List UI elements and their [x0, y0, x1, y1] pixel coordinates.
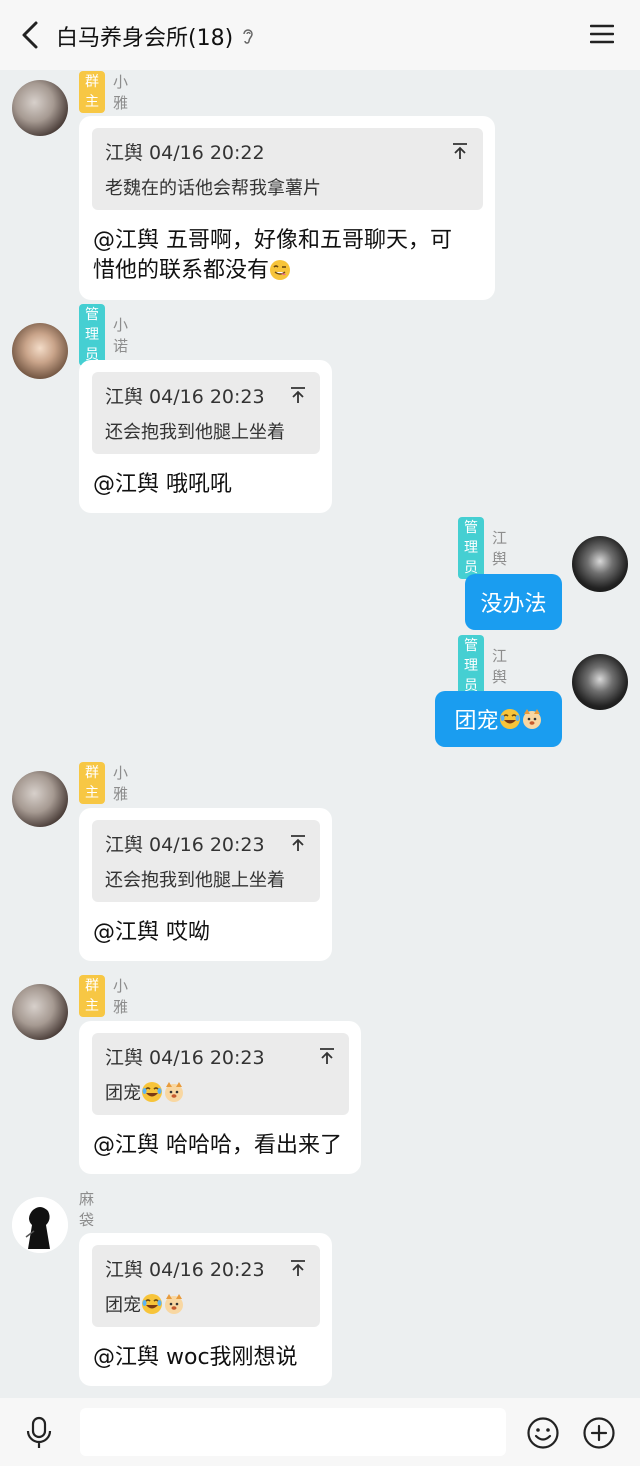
sender-name[interactable]: 小诺 [113, 314, 128, 356]
sender-name[interactable]: 麻袋 [79, 1188, 94, 1230]
sender-meta: 群主 小雅 [79, 762, 128, 804]
avatar[interactable] [12, 323, 68, 379]
message-text: 团宠 [454, 709, 499, 734]
quote-text: 还会抱我到他腿上坐着 [105, 422, 285, 443]
group-name: 白马养身会所(18) [56, 26, 234, 51]
message-bubble[interactable]: 江舆 04/16 20:22 老魏在的话他会帮我拿薯片 @江舆 五哥啊，好像和五… [79, 116, 495, 300]
avatar[interactable] [572, 654, 628, 710]
jump-up-icon[interactable] [319, 1047, 335, 1065]
message-text-line: 惜他的联系都没有 [93, 256, 452, 286]
message-text-line: @江舆 五哥啊，好像和五哥聊天，可 [93, 228, 452, 253]
sender-meta: 群主 小雅 [79, 975, 128, 1017]
message-text: @江舆 哎呦 [93, 920, 210, 945]
message-bubble[interactable]: 江舆 04/16 20:23 还会抱我到他腿上坐着 @江舆 哦吼吼 [79, 360, 332, 513]
message-text: @江舆 五哥啊，好像和五哥聊天，可 惜他的联系都没有 [93, 226, 452, 286]
tears-of-joy-emoji-icon [141, 1081, 163, 1103]
sender-meta: 管理员 江舆 [458, 635, 507, 697]
quoted-reply[interactable]: 江舆 04/16 20:23 还会抱我到他腿上坐着 [92, 820, 320, 902]
message-text: @江舆 哈哈哈，看出来了 [93, 1133, 342, 1158]
sender-name[interactable]: 小雅 [113, 762, 128, 804]
tears-of-joy-emoji-icon [498, 708, 521, 730]
sender-name[interactable]: 小雅 [113, 975, 128, 1017]
quote-header: 江舆 04/16 20:22 [105, 142, 265, 164]
sender-name[interactable]: 江舆 [492, 527, 507, 569]
role-badge: 群主 [79, 975, 105, 1017]
role-badge: 管理员 [79, 304, 105, 366]
sender-name[interactable]: 江舆 [492, 645, 507, 687]
dog-face-emoji-icon [165, 1294, 183, 1314]
chat-header: 白马养身会所(18) [0, 0, 640, 70]
avatar-silhouette-icon [12, 1197, 68, 1253]
microphone-icon[interactable] [24, 1416, 54, 1450]
quote-header: 江舆 04/16 20:23 [105, 1259, 265, 1281]
chat-title[interactable]: 白马养身会所(18) [56, 20, 255, 52]
quoted-reply[interactable]: 江舆 04/16 20:23 团宠 [92, 1033, 349, 1115]
tongue-face-emoji-icon [269, 259, 291, 281]
role-badge: 群主 [79, 762, 105, 804]
sender-meta: 群主 小雅 [79, 71, 128, 113]
jump-up-icon[interactable] [290, 834, 306, 852]
message-bubble[interactable]: 江舆 04/16 20:23 团宠 @江舆 哈哈哈，看出来了 [79, 1021, 361, 1174]
role-badge: 管理员 [458, 517, 484, 579]
sender-meta: 管理员 江舆 [458, 517, 507, 579]
message-bubble[interactable]: 团宠 [435, 691, 562, 747]
ear-icon [243, 29, 253, 44]
avatar[interactable] [572, 536, 628, 592]
jump-up-icon[interactable] [452, 142, 468, 160]
message-text: @江舆 woc我刚想说 [93, 1345, 298, 1370]
message-bubble[interactable]: 江舆 04/16 20:23 还会抱我到他腿上坐着 @江舆 哎呦 [79, 808, 332, 961]
message-bubble[interactable]: 没办法 [465, 574, 562, 630]
dog-face-emoji-icon [522, 709, 541, 729]
hamburger-menu-icon[interactable] [590, 22, 614, 46]
quote-text: 团宠 [105, 1291, 185, 1317]
input-bar [0, 1398, 640, 1466]
dog-face-emoji-icon [165, 1082, 183, 1102]
quote-header: 江舆 04/16 20:23 [105, 1047, 265, 1069]
smiley-icon[interactable] [526, 1416, 560, 1450]
message-input[interactable] [80, 1408, 506, 1456]
quote-text: 老魏在的话他会帮我拿薯片 [105, 178, 321, 199]
sender-name[interactable]: 小雅 [113, 71, 128, 113]
role-badge: 群主 [79, 71, 105, 113]
quoted-reply[interactable]: 江舆 04/16 20:23 团宠 [92, 1245, 320, 1327]
back-button[interactable] [14, 18, 46, 52]
message-bubble[interactable]: 江舆 04/16 20:23 团宠 @江舆 woc我刚想说 [79, 1233, 332, 1386]
plus-circle-icon[interactable] [582, 1416, 616, 1450]
avatar[interactable] [12, 771, 68, 827]
quoted-reply[interactable]: 江舆 04/16 20:23 还会抱我到他腿上坐着 [92, 372, 320, 454]
quote-header: 江舆 04/16 20:23 [105, 386, 265, 408]
avatar[interactable] [12, 1197, 68, 1253]
tears-of-joy-emoji-icon [141, 1293, 163, 1315]
quote-text: 团宠 [105, 1079, 185, 1105]
avatar[interactable] [12, 984, 68, 1040]
jump-up-icon[interactable] [290, 386, 306, 404]
quote-text: 还会抱我到他腿上坐着 [105, 870, 285, 891]
message-text: @江舆 哦吼吼 [93, 472, 232, 497]
quote-header: 江舆 04/16 20:23 [105, 834, 265, 856]
avatar[interactable] [12, 80, 68, 136]
sender-meta: 麻袋 [79, 1190, 94, 1229]
quoted-reply[interactable]: 江舆 04/16 20:22 老魏在的话他会帮我拿薯片 [92, 128, 483, 210]
chevron-left-icon [22, 21, 38, 49]
role-badge: 管理员 [458, 635, 484, 697]
jump-up-icon[interactable] [290, 1259, 306, 1277]
sender-meta: 管理员 小诺 [79, 304, 128, 366]
